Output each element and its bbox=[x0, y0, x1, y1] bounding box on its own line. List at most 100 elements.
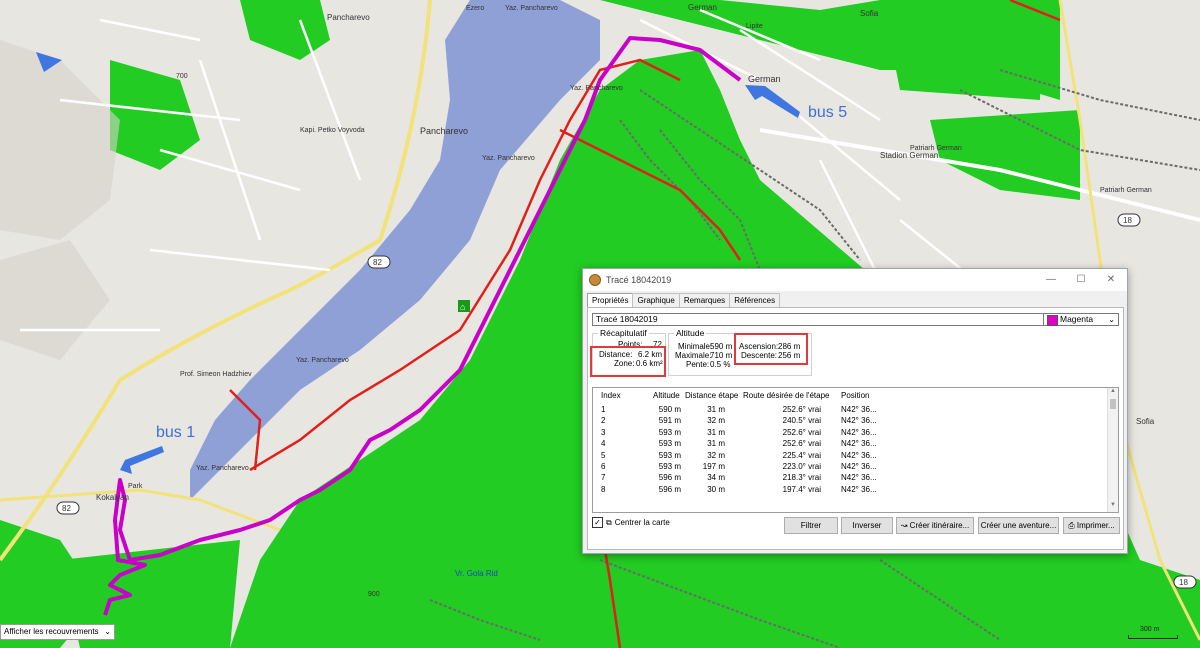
distance-highlight-box bbox=[590, 346, 666, 377]
table-cell: N42° 36... bbox=[841, 405, 877, 414]
table-row[interactable]: 2 591 m 32 m 240.5° vrai N42° 36... bbox=[593, 416, 1108, 427]
min-altitude-value: 590 m bbox=[710, 342, 733, 351]
table-cell: 31 m bbox=[707, 439, 725, 449]
column-header-leg-distance[interactable]: Distance étape bbox=[685, 391, 738, 400]
map-scale: 300 m bbox=[1128, 626, 1178, 639]
table-cell: 593 m bbox=[658, 462, 681, 471]
table-row[interactable]: 3 593 m 31 m 252.6° vrai N42° 36... bbox=[593, 428, 1108, 439]
maximize-icon[interactable]: ☐ bbox=[1067, 272, 1095, 288]
table-cell: N42° 36... bbox=[841, 450, 877, 460]
center-map-checkbox[interactable]: ✓ ⧉ Centrer la carte bbox=[592, 517, 670, 528]
table-cell: 593 m bbox=[658, 427, 681, 437]
table-row[interactable]: 8 596 m 30 m 197.4° vrai N42° 36... bbox=[593, 485, 1108, 496]
svg-text:900: 900 bbox=[368, 591, 380, 598]
table-cell: 31 m bbox=[707, 405, 725, 414]
table-cell: 593 m bbox=[658, 450, 681, 460]
table-cell: 252.6° vrai bbox=[782, 439, 821, 449]
scale-bar bbox=[1128, 635, 1178, 639]
max-altitude-value: 710 m bbox=[710, 351, 733, 360]
svg-text:Yaz. Pancharevo: Yaz. Pancharevo bbox=[296, 357, 349, 364]
column-header-leg-course[interactable]: Route désirée de l'étape bbox=[743, 391, 829, 400]
svg-text:Yaz. Pancharevo: Yaz. Pancharevo bbox=[482, 155, 535, 162]
minimize-icon[interactable]: — bbox=[1037, 272, 1065, 288]
table-cell: 6 bbox=[601, 462, 606, 471]
track-points-table[interactable]: Index Altitude Distance étape Route dési… bbox=[592, 387, 1119, 513]
tab-notes[interactable]: Remarques bbox=[678, 293, 731, 307]
slope-value: 0.5 % bbox=[710, 360, 731, 369]
overlay-display-select[interactable]: Afficher les recouvrements ⌄ bbox=[0, 624, 115, 640]
table-cell: 32 m bbox=[707, 450, 725, 460]
table-row[interactable]: 6 593 m 197 m 223.0° vrai N42° 36... bbox=[593, 462, 1108, 473]
table-row[interactable]: 7 596 m 34 m 218.3° vrai N42° 36... bbox=[593, 473, 1108, 484]
table-cell: 590 m bbox=[658, 405, 681, 414]
dialog-titlebar[interactable]: Tracé 18042019 — ☐ ✕ bbox=[583, 269, 1127, 291]
table-cell: 197.4° vrai bbox=[782, 484, 821, 494]
svg-text:Park: Park bbox=[128, 483, 143, 490]
svg-text:18: 18 bbox=[1179, 578, 1188, 587]
svg-text:Vr. Gola Rid: Vr. Gola Rid bbox=[455, 569, 498, 578]
table-cell: N42° 36... bbox=[841, 484, 877, 494]
table-cell: 593 m bbox=[658, 439, 681, 449]
column-header-index[interactable]: Index bbox=[601, 391, 621, 400]
table-cell: N42° 36... bbox=[841, 427, 877, 437]
svg-text:Yaz. Pancharevo: Yaz. Pancharevo bbox=[196, 465, 249, 472]
table-row[interactable]: 1 590 m 31 m 252.6° vrai N42° 36... bbox=[593, 405, 1108, 416]
table-cell: 7 bbox=[601, 473, 606, 483]
track-name-input[interactable]: Tracé 18042019 bbox=[592, 313, 1044, 326]
tab-graph[interactable]: Graphique bbox=[632, 293, 680, 307]
svg-text:82: 82 bbox=[62, 504, 71, 513]
svg-text:82: 82 bbox=[373, 258, 382, 267]
tab-references[interactable]: Références bbox=[729, 293, 781, 307]
properties-panel: Tracé 18042019 Magenta ⌄ Récapitulatif P… bbox=[587, 307, 1124, 550]
table-cell: 225.4° vrai bbox=[782, 450, 821, 460]
scroll-thumb[interactable] bbox=[1110, 399, 1116, 409]
table-row[interactable]: 4 593 m 31 m 252.6° vrai N42° 36... bbox=[593, 439, 1108, 450]
table-row[interactable]: 5 593 m 32 m 225.4° vrai N42° 36... bbox=[593, 451, 1108, 462]
filter-button[interactable]: Filtrer bbox=[784, 517, 838, 534]
shelter-icon: ⌂ bbox=[458, 300, 470, 312]
table-cell: 252.6° vrai bbox=[782, 427, 821, 437]
tab-properties[interactable]: Propriétés bbox=[587, 293, 634, 307]
table-cell: 31 m bbox=[707, 427, 725, 437]
svg-text:Pancharevo: Pancharevo bbox=[420, 126, 468, 136]
svg-text:Lipite: Lipite bbox=[746, 23, 763, 30]
svg-text:Prof. Simeon Hadzhiev: Prof. Simeon Hadzhiev bbox=[180, 371, 252, 378]
svg-text:18: 18 bbox=[1123, 216, 1132, 225]
table-cell: 596 m bbox=[658, 484, 681, 494]
summary-title: Récapitulatif bbox=[598, 328, 649, 338]
dialog-title: Tracé 18042019 bbox=[606, 275, 672, 285]
scroll-down-icon[interactable]: ▼ bbox=[1108, 502, 1118, 512]
svg-text:Patriarh German: Patriarh German bbox=[910, 145, 962, 152]
svg-text:Pancharevo: Pancharevo bbox=[327, 13, 370, 22]
route-icon: ↝ bbox=[900, 521, 910, 530]
svg-text:Sofia: Sofia bbox=[860, 9, 879, 18]
svg-text:Kokalyan: Kokalyan bbox=[96, 493, 129, 502]
track-color-value: Magenta bbox=[1060, 314, 1094, 324]
svg-text:Stadion German: Stadion German bbox=[880, 151, 938, 160]
chevron-down-icon: ⌄ bbox=[1108, 315, 1115, 324]
table-cell: 32 m bbox=[707, 416, 725, 426]
create-adventure-button[interactable]: Créer une aventure... bbox=[978, 517, 1059, 534]
center-map-icon: ⧉ bbox=[606, 517, 612, 527]
bus-5-label: bus 5 bbox=[808, 104, 848, 121]
table-cell: 252.6° vrai bbox=[782, 405, 821, 414]
scroll-up-icon[interactable]: ▲ bbox=[1108, 388, 1118, 398]
close-icon[interactable]: ✕ bbox=[1097, 272, 1125, 288]
table-cell: 5 bbox=[601, 450, 606, 460]
track-color-select[interactable]: Magenta ⌄ bbox=[1043, 313, 1119, 326]
svg-text:Kapi. Petko Voyvoda: Kapi. Petko Voyvoda bbox=[300, 127, 365, 134]
table-cell: 596 m bbox=[658, 473, 681, 483]
create-route-button[interactable]: ↝ Créer itinéraire... bbox=[896, 517, 974, 534]
table-cell: 34 m bbox=[707, 473, 725, 483]
invert-button[interactable]: Inverser bbox=[841, 517, 893, 534]
table-cell: 2 bbox=[601, 416, 606, 426]
table-cell: 3 bbox=[601, 427, 606, 437]
column-header-altitude[interactable]: Altitude bbox=[653, 391, 680, 400]
table-scrollbar[interactable]: ▲ ▼ bbox=[1107, 388, 1118, 512]
table-cell: 8 bbox=[601, 484, 606, 494]
chevron-down-icon: ⌄ bbox=[104, 627, 111, 636]
printer-icon: ⎙ bbox=[1068, 521, 1077, 530]
column-header-position[interactable]: Position bbox=[841, 391, 869, 400]
table-cell: 1 bbox=[601, 405, 606, 414]
print-button[interactable]: ⎙ Imprimer... bbox=[1063, 517, 1120, 534]
